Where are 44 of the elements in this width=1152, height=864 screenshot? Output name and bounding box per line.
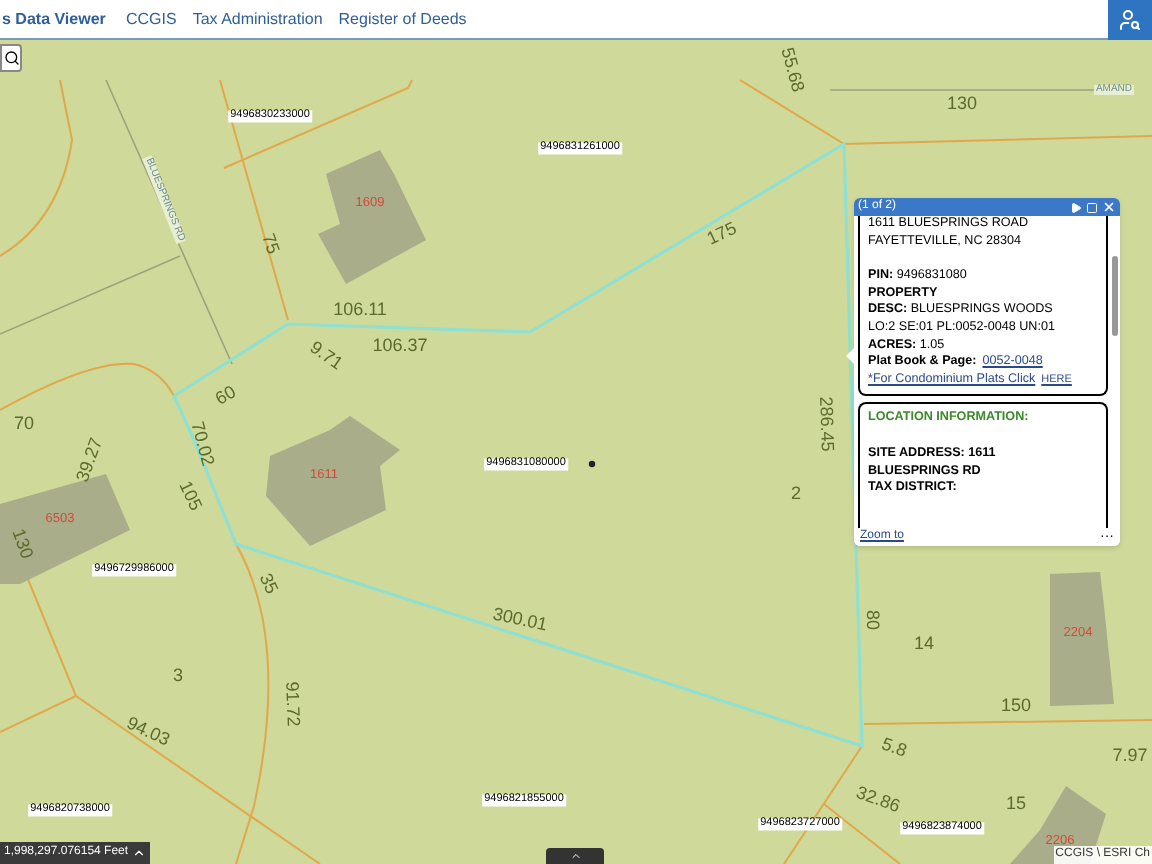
dimension-label: 300.01 [491,605,549,635]
dimension-label: 35 [255,571,281,597]
dimension-label: 150 [1000,697,1032,715]
header-link[interactable]: Tax Administration [192,7,323,31]
maximize-icon[interactable] [1086,201,1098,213]
dimension-label: 91.72 [282,681,302,727]
dimension-label: 106.37 [372,337,428,355]
dimension-label: 9.71 [306,338,346,374]
dimension-label: 5.8 [879,735,909,761]
dimension-label: 130 [8,526,36,562]
user-search-button[interactable] [1108,0,1152,39]
lot-number-label: 3 [173,667,183,685]
lot-number-label: 15 [1006,795,1026,813]
building-footprint [318,150,426,284]
dimension-label: 105 [175,478,205,514]
dimension-label: 39.27 [73,435,107,485]
dimension-label: 32.86 [853,783,903,817]
close-icon[interactable] [1102,200,1116,214]
dimension-label: 75 [258,231,282,257]
user-search-icon [1118,7,1142,31]
dimension-label: 70 [14,415,34,433]
lot-number-label: 2 [791,485,801,503]
next-icon[interactable] [1070,201,1082,213]
dimension-label: 55.68 [777,45,807,95]
dimension-label: 60 [212,383,240,409]
dimension-label: 286.45 [816,396,836,452]
lot-number-label: 14 [914,635,934,653]
dimension-label: 80 [863,610,881,630]
dimension-label: 130 [946,95,978,113]
parcel-center-dot [588,460,596,468]
dimension-label: 7.97 [1112,747,1148,765]
dimension-label: 70.02 [187,419,217,469]
dimension-label: 175 [704,219,740,249]
header-link[interactable]: CCGIS [126,7,177,31]
search-button[interactable] [0,44,22,72]
dimension-label: 94.03 [123,714,173,750]
search-icon [3,50,19,66]
dimension-label: 106.11 [333,301,387,319]
scrollbar [1112,256,1118,336]
building-footprint [1050,572,1114,706]
building-footprint [266,416,400,546]
app-title: s Data Viewer [2,7,108,31]
caret-icon [132,846,147,860]
header-link[interactable]: Register of Deeds [338,7,467,31]
